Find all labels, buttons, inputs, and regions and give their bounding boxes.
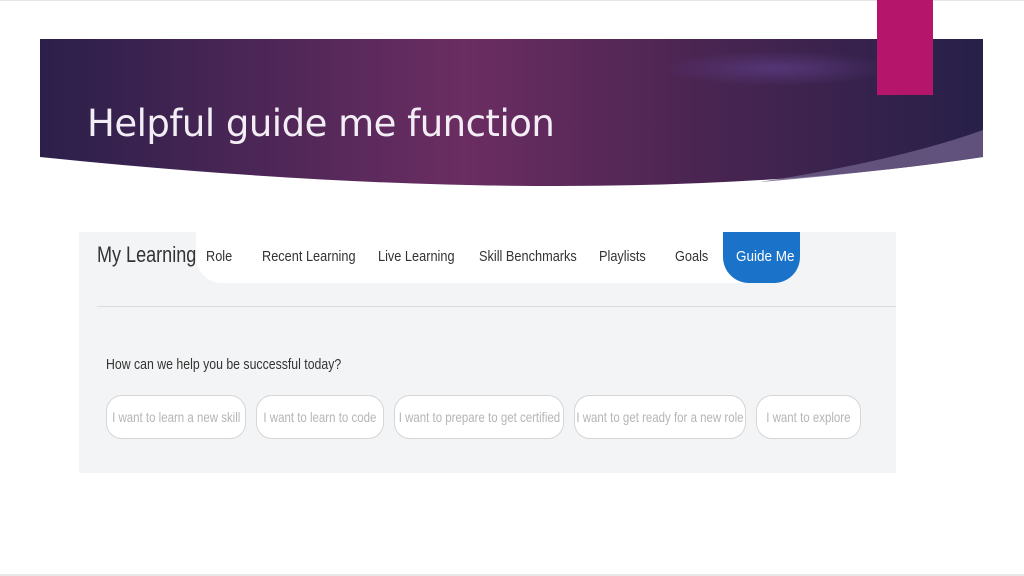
option-label: I want to learn to code bbox=[263, 409, 377, 425]
option-label: I want to explore bbox=[766, 409, 851, 425]
tab-skill-benchmarks[interactable]: Skill Benchmarks bbox=[479, 248, 577, 265]
tab-goals[interactable]: Goals bbox=[675, 248, 708, 265]
option-explore[interactable]: I want to explore bbox=[756, 395, 861, 439]
divider bbox=[97, 306, 896, 307]
option-get-certified[interactable]: I want to prepare to get certified bbox=[394, 395, 564, 439]
option-label: I want to get ready for a new role bbox=[576, 409, 744, 425]
embedded-screenshot: My Learning Role Recent Learning Live Le… bbox=[79, 232, 896, 473]
option-learn-to-code[interactable]: I want to learn to code bbox=[256, 395, 384, 439]
tab-guide-me-label: Guide Me bbox=[736, 248, 795, 265]
tab-playlists[interactable]: Playlists bbox=[599, 248, 646, 265]
option-new-role[interactable]: I want to get ready for a new role bbox=[574, 395, 746, 439]
accent-bar bbox=[877, 0, 933, 95]
nav-bar: Role Recent Learning Live Learning Skill… bbox=[196, 232, 800, 283]
tab-guide-me[interactable]: Guide Me bbox=[723, 232, 800, 283]
slide-title: Helpful guide me function bbox=[87, 102, 555, 145]
tab-recent-learning[interactable]: Recent Learning bbox=[262, 248, 356, 265]
option-label: I want to learn a new skill bbox=[111, 409, 241, 425]
option-label: I want to prepare to get certified bbox=[398, 409, 560, 425]
title-banner bbox=[40, 39, 983, 186]
tab-role[interactable]: Role bbox=[206, 248, 232, 265]
guide-question: How can we help you be successful today? bbox=[106, 356, 342, 373]
option-learn-new-skill[interactable]: I want to learn a new skill bbox=[106, 395, 246, 439]
my-learning-brand: My Learning bbox=[97, 242, 197, 267]
tab-live-learning[interactable]: Live Learning bbox=[378, 248, 455, 265]
